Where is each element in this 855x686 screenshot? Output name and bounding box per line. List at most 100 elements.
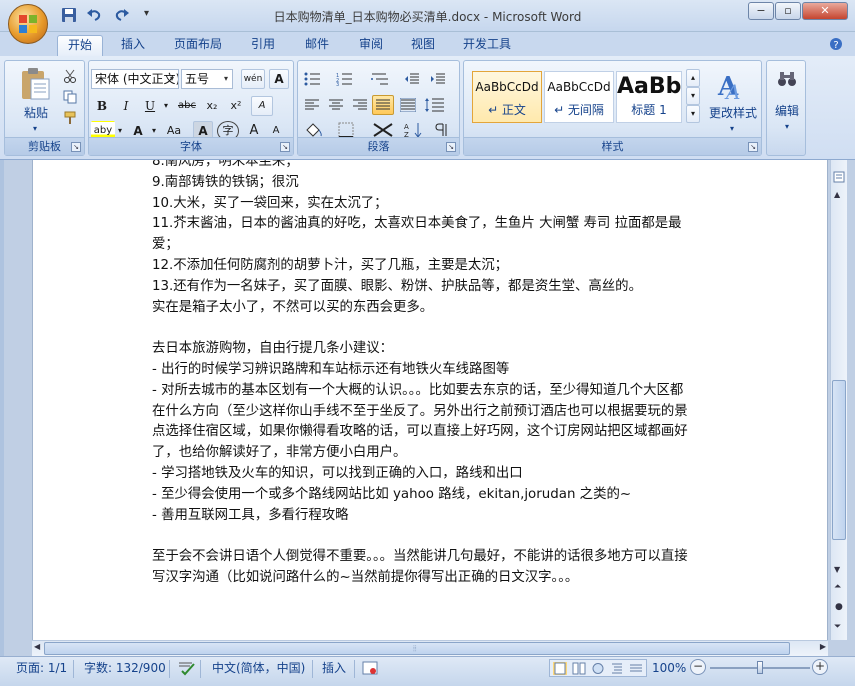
clear-formatting-button[interactable]: A [251,96,273,116]
web-layout-icon[interactable] [591,662,605,675]
full-screen-reading-icon[interactable] [572,662,586,675]
phonetic-guide-button[interactable]: wén [241,69,265,89]
zoom-in-button[interactable]: + [812,659,828,675]
tab-references[interactable]: 引用 [242,35,284,56]
document-line[interactable]: 去日本旅游购物，自由行提几条小建议： [152,338,393,359]
zoom-slider-thumb[interactable] [757,661,763,674]
underline-button[interactable]: U [139,96,161,116]
document-line[interactable]: 12.不添加任何防腐剂的胡萝卜汁，买了几瓶，主要是太沉； [152,255,508,276]
font-size-dropdown-icon[interactable]: ▾ [220,70,232,88]
subscript-button[interactable]: x₂ [201,96,223,116]
style-heading1[interactable]: AaBb 标题 1 [616,71,682,123]
insert-mode[interactable]: 插入 [322,661,346,675]
document-line[interactable]: 实在是箱子太小了，不然可以买的东西会更多。 [152,297,433,318]
paste-dropdown-icon[interactable]: ▾ [27,119,43,139]
tab-insert[interactable]: 插入 [112,35,154,56]
bullets-icon[interactable] [304,72,322,86]
document-line[interactable]: - 善用互联网工具，多看行程攻略 [152,505,349,526]
underline-dropdown-icon[interactable]: ▾ [161,96,171,116]
scroll-up-icon[interactable]: ▲ [834,190,840,199]
line-spacing-icon[interactable] [424,97,450,113]
help-icon[interactable]: ? [829,37,843,51]
bold-button[interactable]: B [91,96,113,116]
chinese-layout-icon[interactable] [372,122,394,138]
document-page[interactable]: 8.南风房，明朱本坐来； 9.南部铸铁的铁锅；很沉 10.大米，买了一袋回来，实在太… [32,160,828,640]
numbering-icon[interactable]: 123 [336,72,354,86]
document-line[interactable]: - 出行的时候学习辨识路牌和车站标示还有地铁火车线路图等 [152,359,509,380]
cut-icon[interactable] [63,69,77,83]
strikethrough-button[interactable]: abc [175,96,199,116]
copy-icon[interactable] [63,90,77,104]
print-layout-icon[interactable] [553,662,567,675]
styles-scroll-down-icon[interactable]: ▾ [686,87,700,105]
tab-home[interactable]: 开始 [57,35,103,56]
sort-icon[interactable]: AZ [404,122,424,138]
paste-icon[interactable] [19,67,51,101]
office-button[interactable] [8,4,48,44]
styles-more-icon[interactable]: ▾ [686,105,700,123]
scroll-down-icon[interactable]: ▼ [834,565,840,574]
scroll-right-icon[interactable]: ▶ [820,642,826,651]
page-indicator[interactable]: 页面: 1/1 [16,661,67,675]
change-styles-dropdown-icon[interactable]: ▾ [724,119,740,139]
show-marks-icon[interactable] [434,122,450,138]
shading-icon[interactable] [304,122,326,138]
ruler-toggle-icon[interactable] [833,171,845,183]
multilevel-list-icon[interactable] [370,72,390,86]
draft-icon[interactable] [629,662,643,675]
clipboard-launcher-icon[interactable]: ↘ [71,142,81,152]
document-line[interactable]: 爱； [152,234,179,255]
styles-scroll-up-icon[interactable]: ▴ [686,69,700,87]
zoom-level[interactable]: 100% [652,661,686,675]
paragraph-launcher-icon[interactable]: ↘ [446,142,456,152]
justify-button[interactable] [372,95,394,115]
document-line[interactable]: 了，也给你解读好了，非常方便小白用户。 [152,442,406,463]
vertical-scroll-thumb[interactable] [832,380,846,540]
align-center-icon[interactable] [328,98,344,112]
document-line[interactable]: 10.大米，买了一袋回来，实在太沉了； [152,193,388,214]
document-line[interactable]: 在什么方向（至少这样你山手线不至于坐反了。另外出行之前预订酒店也可以根据要玩的景 [152,401,688,422]
outline-icon[interactable] [610,662,624,675]
browse-object-icon[interactable]: ● [835,602,843,612]
align-right-icon[interactable] [352,98,368,112]
tab-page-layout[interactable]: 页面布局 [168,35,228,56]
styles-launcher-icon[interactable]: ↘ [748,142,758,152]
undo-icon[interactable] [86,7,102,23]
save-icon[interactable] [61,7,77,23]
next-page-icon[interactable]: ⏷ [834,622,841,632]
document-line[interactable]: 13.还有作为一名妹子，买了面膜、眼影、粉饼、护肤品等，都是资生堂、高丝的。 [152,276,642,297]
document-line[interactable]: 9.南部铸铁的铁锅；很沉 [152,172,299,193]
font-size-combo[interactable]: 五号 ▾ [181,69,233,89]
document-line[interactable]: - 学习搭地铁及火车的知识，可以找到正确的入口，路线和出口 [152,463,523,484]
font-name-combo[interactable]: 宋体 (中文正文) ▾ [91,69,179,89]
restore-button[interactable]: ▫ [775,2,801,20]
font-launcher-icon[interactable]: ↘ [280,142,290,152]
document-line[interactable]: - 对所去城市的基本区划有一个大概的认识。。。比如要去东京的话，至少得知道几个大… [152,380,683,401]
proofing-icon[interactable] [178,660,196,676]
redo-icon[interactable] [114,7,130,23]
decrease-indent-icon[interactable] [404,72,420,86]
document-line[interactable]: 点选择住宿区域，如果你懒得看攻略的话，可以直接上好巧网，这个订房网站把区域都画好 [152,421,688,442]
borders-icon[interactable] [338,122,356,138]
tab-review[interactable]: 审阅 [350,35,392,56]
style-no-spacing[interactable]: AaBbCcDd ↵ 无间隔 [544,71,614,123]
document-line[interactable]: 至于会不会讲日语个人倒觉得不重要。。。当然能讲几句最好，不能讲的话很多地方可以直… [152,546,688,567]
previous-page-icon[interactable]: ⏶ [834,582,841,592]
editing-dropdown-icon[interactable]: ▾ [779,117,795,137]
change-styles-icon[interactable]: AA [716,69,746,101]
char-border-button[interactable]: A [269,69,289,89]
document-line[interactable]: 写汉字沟通（比如说问路什么的~当然前提你得写出正确的日文汉字。。。 [152,567,578,588]
format-painter-icon[interactable] [63,111,77,125]
macro-record-icon[interactable] [362,660,378,676]
word-count[interactable]: 字数: 132/900 [84,661,166,675]
minimize-button[interactable]: − [748,2,774,20]
vertical-scrollbar[interactable]: ▲ ▼ ⏶ ● ⏷ [830,160,847,640]
tab-mailings[interactable]: 邮件 [296,35,338,56]
customize-quick-access-icon[interactable]: ▾ [144,8,160,24]
tab-view[interactable]: 视图 [402,35,444,56]
binoculars-icon[interactable] [777,69,797,89]
scroll-left-icon[interactable]: ◀ [34,642,40,651]
document-line[interactable]: - 至少得会使用一个或多个路线网站比如 yahoo 路线，ekitan,joru… [152,484,631,505]
document-line[interactable]: 8.南风房，明朱本坐来； [152,160,299,172]
horizontal-scrollbar[interactable]: ◀ ⦙⦙ ▶ [32,640,828,656]
